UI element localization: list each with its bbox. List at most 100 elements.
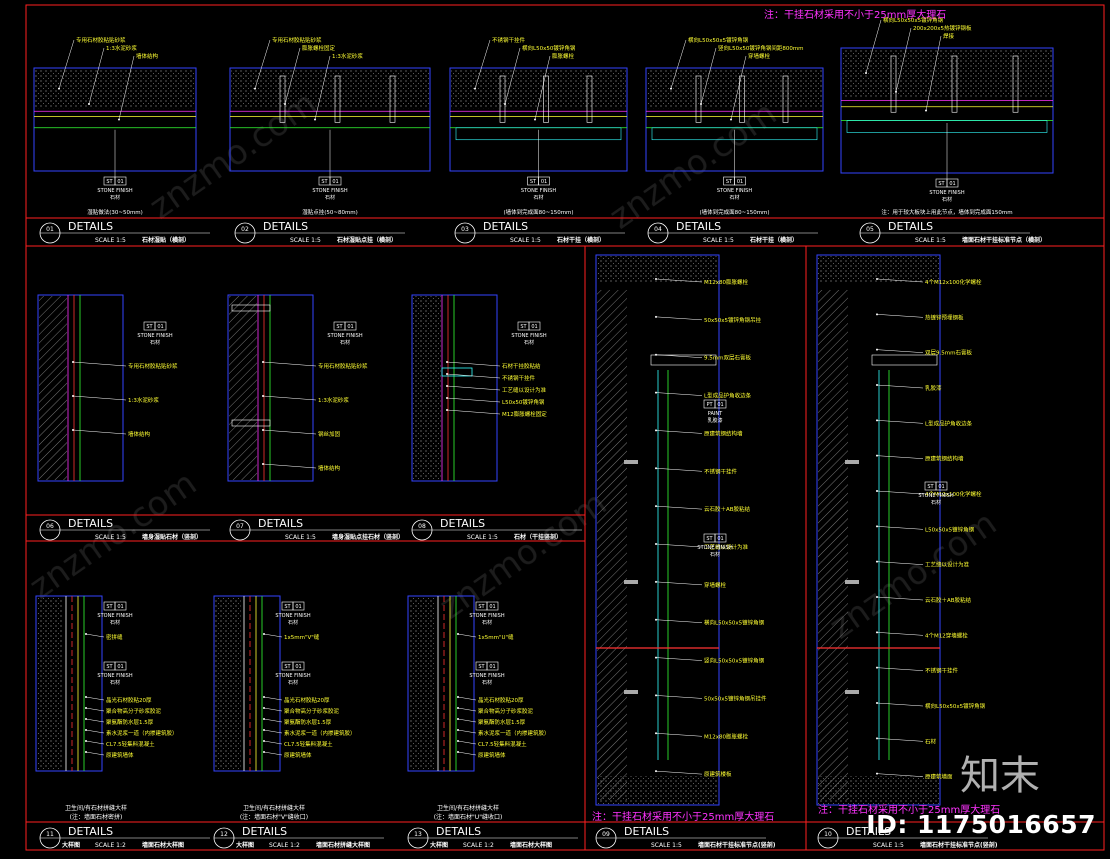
tag-code: ST <box>284 604 291 610</box>
leader-dot <box>263 740 265 742</box>
leader-dot <box>457 696 459 698</box>
detail-number: 13 <box>414 831 422 838</box>
detail-number: 07 <box>236 523 244 530</box>
detail-name: 墙身湿贴点挂石材（竖剖） <box>332 533 404 541</box>
detail-scale: SCALE 1:5 <box>290 237 321 244</box>
detail-name: 石材湿贴点挂（横剖） <box>336 236 397 244</box>
leader-dot <box>876 525 878 528</box>
leader-dot <box>655 505 657 508</box>
detail-title: DETAILS <box>68 517 113 530</box>
leader-label: 聚氨酯防水层1.5厚 <box>478 718 526 726</box>
leader-dot <box>72 395 74 397</box>
detail-number: 12 <box>220 831 228 838</box>
wall-structure <box>37 597 63 770</box>
detail-number: 08 <box>418 523 426 530</box>
ceiling-slab <box>597 256 718 282</box>
leader-dot <box>457 707 459 709</box>
leader-label: 晶光石材胶粘20厚 <box>478 696 524 704</box>
tag-finish: STONE FINISH <box>697 545 732 551</box>
tag-number: 01 <box>489 604 495 610</box>
tag-code: ST <box>106 664 113 670</box>
leader-dot <box>876 278 878 280</box>
dimension-note: 湿贴做法(30~50mm) <box>87 208 143 216</box>
leader-label: CL7.5轻集料混凝土 <box>106 740 155 748</box>
detail-title: DETAILS <box>258 517 303 530</box>
wall-structure <box>842 49 1052 97</box>
caption-text: 卫生间/有石材拼缝大样 <box>65 804 127 812</box>
leader-label: 原建筑墙体 <box>106 751 134 759</box>
wall-structure <box>413 296 441 480</box>
detail-scale: SCALE 1:5 <box>873 842 904 849</box>
detail-scale: SCALE 1:5 <box>651 842 682 849</box>
detail-scale: SCALE 1:5 <box>285 534 316 541</box>
leader-dot <box>457 751 459 753</box>
leader-label: 穿墙螺栓 <box>748 52 771 60</box>
leader-label: 聚合物高分子砂浆胶泥 <box>284 707 340 715</box>
wall-structure <box>597 290 627 800</box>
wall-structure <box>215 597 241 770</box>
wall-structure <box>39 296 67 480</box>
tag-number: 01 <box>489 664 495 670</box>
leader-label: 专用石材胶粘贴砂浆 <box>318 362 368 370</box>
leader-label: 专用石材胶粘贴砂浆 <box>76 36 126 44</box>
tag-number: 01 <box>541 179 547 185</box>
wall-structure <box>647 69 822 109</box>
floor-slab <box>597 776 718 804</box>
tag-number: 01 <box>117 604 123 610</box>
leader-dot <box>263 707 265 709</box>
tag-code: ST <box>706 536 713 542</box>
bolt-anchor <box>845 460 859 464</box>
wall-structure <box>451 69 626 109</box>
tag-code: ST <box>321 179 328 185</box>
leader-dot <box>534 118 536 121</box>
detail-scale: SCALE 1:5 <box>703 237 734 244</box>
leader-label: 素水泥浆一道（内掺建筑胶） <box>478 729 550 737</box>
leader-dot <box>262 463 264 465</box>
detail-name: 墙面石材大样图 <box>142 841 184 849</box>
leader-dot <box>446 409 448 411</box>
leader-label: 竖向L50x50x5镀锌角钢 <box>704 657 765 665</box>
leader-dot <box>895 90 897 93</box>
wall-structure <box>231 69 429 109</box>
detail-name: 石材（干挂竖剖） <box>513 533 562 541</box>
tag-material: 石材 <box>288 619 298 626</box>
leader-label: 工艺缝以设计为准 <box>925 561 970 569</box>
floor-slab <box>818 776 939 804</box>
leader-label: 原建筑墙面 <box>925 773 953 781</box>
leader-dot <box>504 103 506 106</box>
leader-dot <box>876 313 878 316</box>
detail-prefix: 大样图 <box>62 841 80 849</box>
tag-finish: PAINT <box>708 411 723 417</box>
tag-finish: STONE FINISH <box>97 188 132 194</box>
tag-finish: STONE FINISH <box>918 493 953 499</box>
leader-dot <box>263 633 265 635</box>
tag-code: ST <box>927 484 934 490</box>
leader-dot <box>85 718 87 720</box>
detail-title: DETAILS <box>68 220 113 233</box>
tag-material: 石材 <box>533 194 543 201</box>
tag-number: 01 <box>531 324 537 330</box>
leader-label: CL7.5轻集料混凝土 <box>284 740 333 748</box>
leader-dot <box>457 729 459 731</box>
leader-dot <box>262 361 264 363</box>
caption-text: 卫生间/有石材拼缝大样 <box>243 804 305 812</box>
leader-dot <box>446 385 448 387</box>
leader-dot <box>446 397 448 399</box>
leader-label: 不锈钢干挂件 <box>502 374 536 382</box>
leader-label: 不锈钢干挂件 <box>704 467 738 475</box>
leader-dot <box>876 560 878 563</box>
tag-finish: STONE FINISH <box>137 333 172 339</box>
leader-label: 墙体结构 <box>136 52 159 60</box>
leader-label: M12膨胀螺栓固定 <box>502 410 547 418</box>
tag-number: 01 <box>717 402 723 408</box>
bolt-anchor <box>845 580 859 584</box>
tag-finish: STONE FINISH <box>469 613 504 619</box>
leader-label: L型成品护角收边条 <box>925 419 973 427</box>
leader-dot <box>655 353 657 356</box>
tag-finish: STONE FINISH <box>97 673 132 679</box>
tag-code: ST <box>146 324 153 330</box>
tag-number: 01 <box>295 604 301 610</box>
leader-label: 专用石材胶粘贴砂浆 <box>272 36 322 44</box>
leader-dot <box>263 718 265 720</box>
detail-name: 墙面石材拼缝大样图 <box>316 841 370 849</box>
